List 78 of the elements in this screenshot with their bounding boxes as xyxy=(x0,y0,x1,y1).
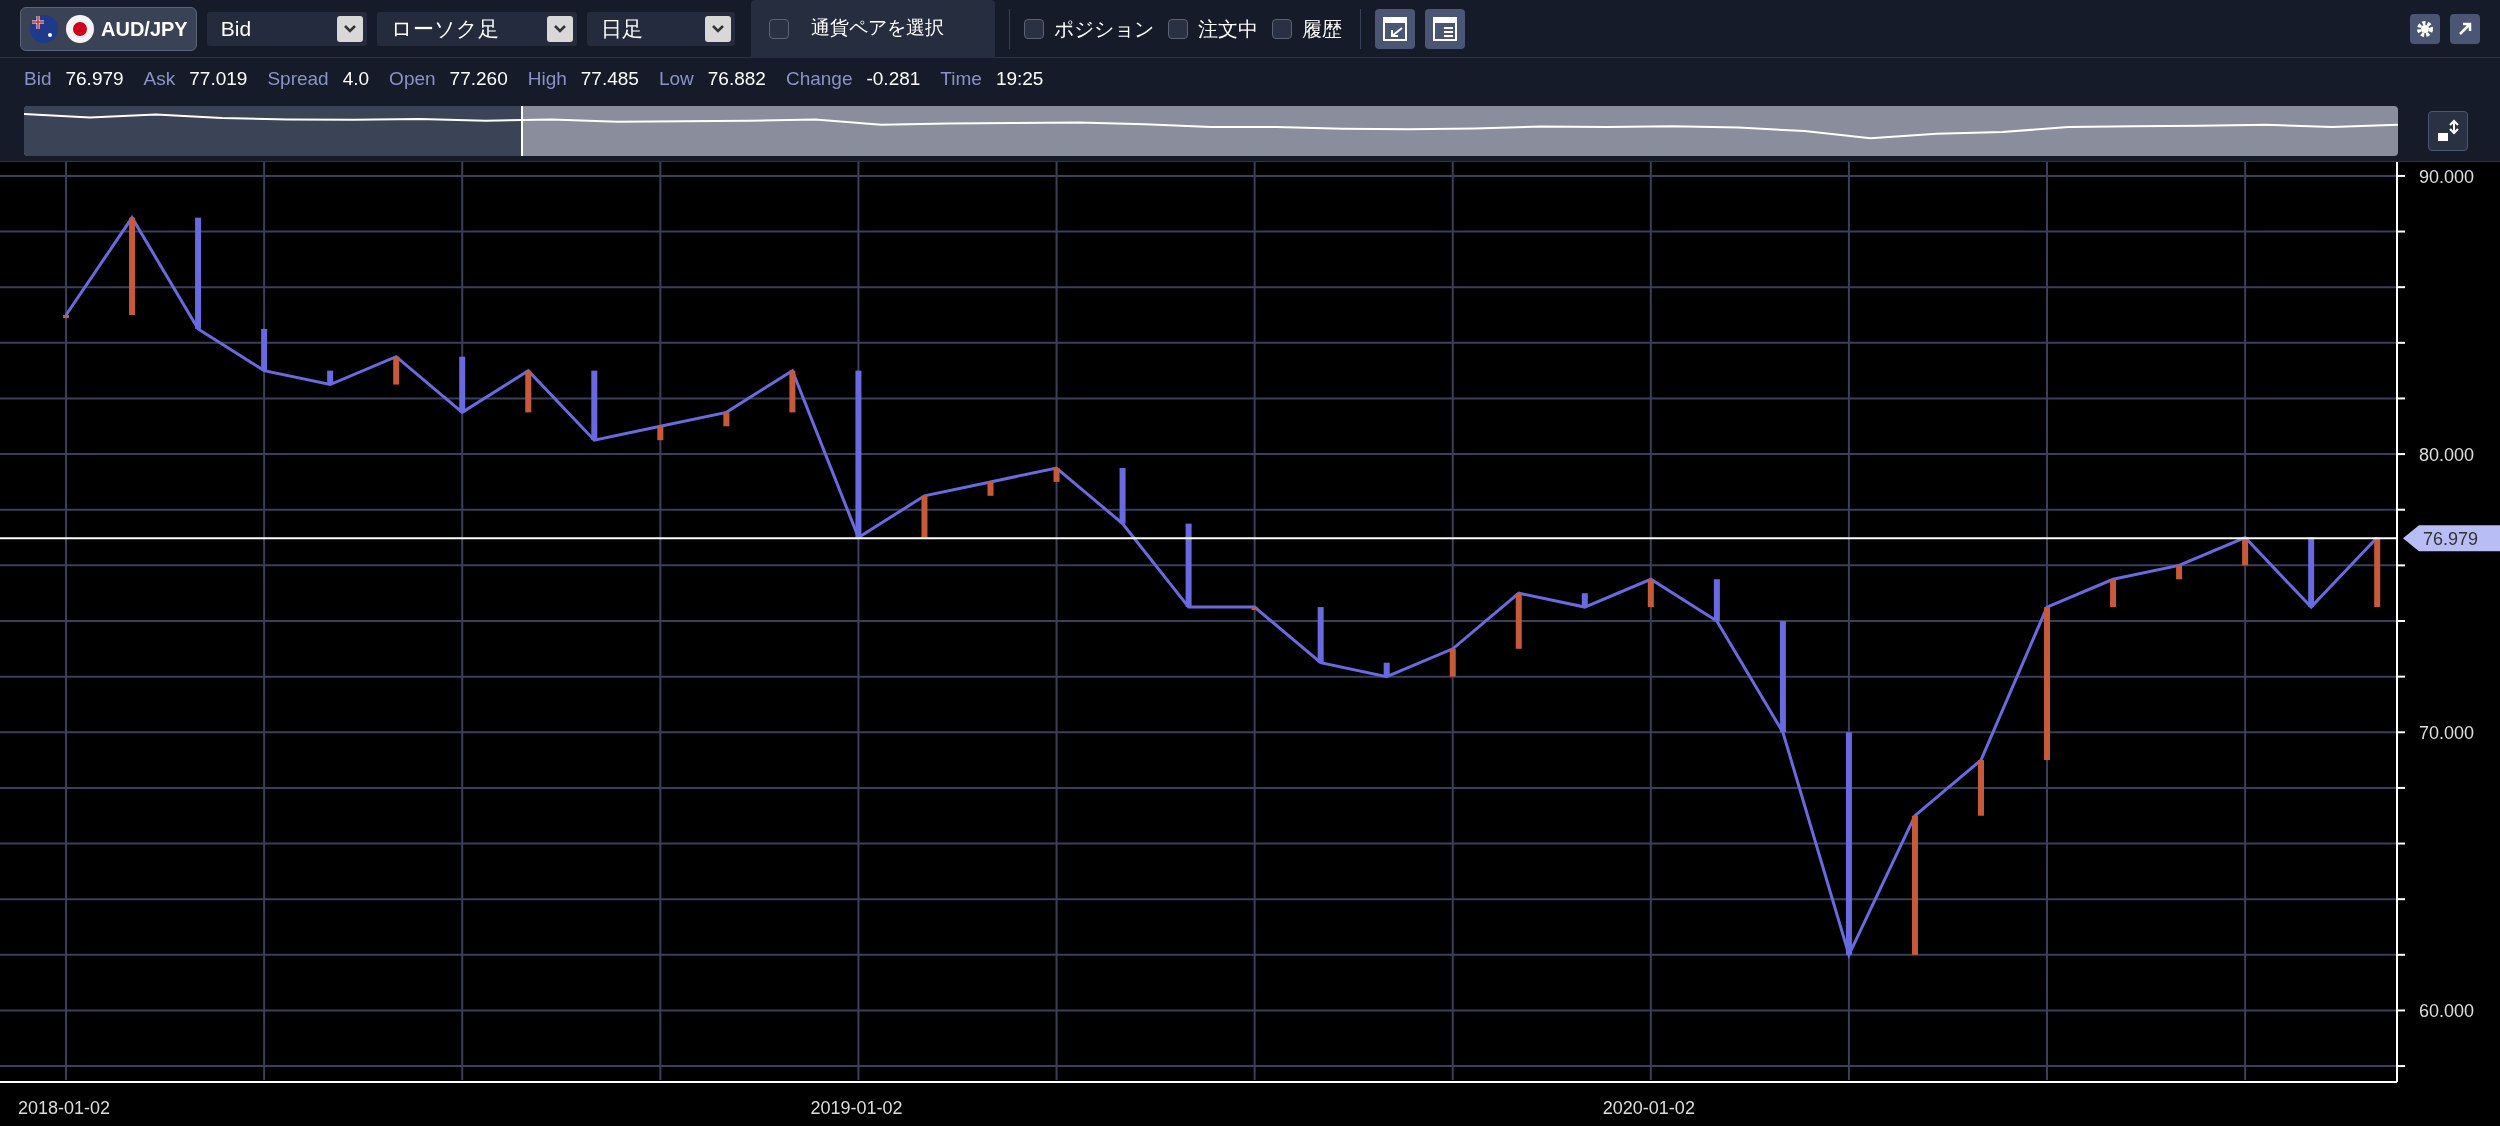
axis-label: 2020-01-02 xyxy=(1602,1098,1695,1118)
filter-label: ポジション xyxy=(1053,16,1154,42)
candle xyxy=(1119,468,1126,524)
flag-icon xyxy=(65,13,95,44)
dropdown[interactable]: 日足 xyxy=(586,11,735,46)
candle xyxy=(2308,537,2315,608)
quote-value: 76.882 xyxy=(707,66,766,91)
candle xyxy=(2242,537,2249,566)
quote-value: 19:25 xyxy=(995,66,1044,91)
quote-label: Bid xyxy=(24,66,52,91)
candle xyxy=(1978,760,1984,816)
candle xyxy=(2110,579,2117,608)
quote-label: Change xyxy=(785,66,853,91)
quote-value: 77.019 xyxy=(189,66,248,91)
candle xyxy=(393,356,400,385)
checkbox[interactable] xyxy=(1167,18,1188,39)
candle xyxy=(63,315,70,318)
candle xyxy=(921,495,928,538)
quote-value: -0.281 xyxy=(866,66,921,91)
quote-value: 4.0 xyxy=(342,66,370,91)
quote-value: 77.485 xyxy=(580,66,639,91)
pair-select-panel[interactable]: 通貨ペアを選択 xyxy=(750,0,995,58)
toolbar-icon-button[interactable] xyxy=(1424,8,1465,49)
candle xyxy=(327,370,334,385)
checkbox[interactable] xyxy=(768,18,789,39)
candle xyxy=(459,356,466,413)
caret-icon xyxy=(704,15,731,42)
popout-button[interactable] xyxy=(2450,13,2480,44)
candle xyxy=(723,412,730,427)
axis-label: 80.000 xyxy=(2419,445,2475,466)
candle xyxy=(2176,565,2183,580)
candle xyxy=(1053,468,1060,482)
pair-select-label: 通貨ペアを選択 xyxy=(810,16,944,41)
quote-value: 76.979 xyxy=(65,66,124,91)
filter-label: 履歴 xyxy=(1301,16,1342,42)
currency-pair-button[interactable]: AUD/JPY xyxy=(20,6,197,51)
flag-icon xyxy=(29,13,59,44)
candle xyxy=(1251,607,1258,611)
dropdown[interactable]: Bid xyxy=(206,11,367,46)
candle xyxy=(1449,648,1456,677)
quote-label: Ask xyxy=(143,66,176,91)
navigator-track[interactable] xyxy=(24,105,2398,156)
caret-icon xyxy=(546,15,573,42)
zoom-button[interactable] xyxy=(2428,110,2468,151)
axis-label: 2018-01-02 xyxy=(18,1098,111,1118)
quote-label: Open xyxy=(389,66,436,91)
axis-label: 70.000 xyxy=(2419,723,2475,744)
dropdown[interactable]: ローソク足 xyxy=(376,11,577,46)
caret-icon xyxy=(336,15,363,42)
quote-label: Spread xyxy=(267,66,329,91)
candle xyxy=(1581,593,1588,608)
candle xyxy=(2374,537,2381,608)
candle xyxy=(1317,607,1324,663)
candle xyxy=(657,426,664,441)
window-list-icon xyxy=(1431,15,1458,42)
quote-label: High xyxy=(527,66,567,91)
quote-value: 77.260 xyxy=(449,66,508,91)
toolbar-icon-button[interactable] xyxy=(1374,8,1415,49)
candle xyxy=(1515,593,1522,649)
candle xyxy=(1647,579,1654,608)
axis-label: 60.000 xyxy=(2419,1001,2475,1022)
candle xyxy=(1713,579,1720,621)
candle xyxy=(987,481,994,496)
axis-label: 2019-01-02 xyxy=(810,1098,903,1118)
candle xyxy=(261,328,268,371)
settings-button[interactable] xyxy=(2410,13,2440,44)
quote-label: Low xyxy=(658,66,694,91)
candle xyxy=(525,370,532,413)
checkbox[interactable] xyxy=(1271,18,1292,39)
resize-icon xyxy=(2435,117,2461,144)
candle xyxy=(789,370,796,413)
price-tag: 76.979 xyxy=(2403,525,2500,552)
axis-label: 90.000 xyxy=(2419,166,2475,187)
candle xyxy=(1383,662,1390,677)
candle xyxy=(591,370,598,441)
quote-label: Time xyxy=(940,66,982,91)
checkbox[interactable] xyxy=(1023,18,1044,39)
filter-label: 注文中 xyxy=(1197,16,1258,42)
